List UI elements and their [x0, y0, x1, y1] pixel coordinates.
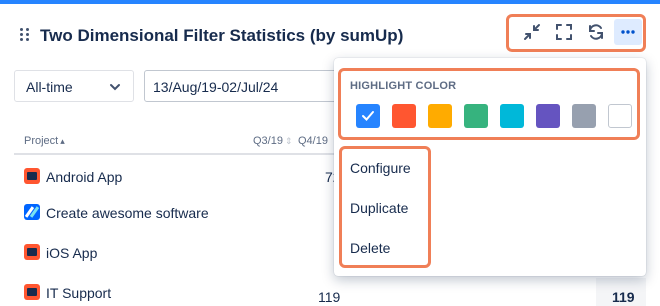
refresh-icon [589, 24, 603, 40]
column-header-project[interactable]: Project ▴ [24, 135, 65, 147]
table-row-project[interactable]: Android App [46, 169, 122, 185]
time-range-value: All-time [26, 79, 73, 95]
project-icon [24, 204, 40, 220]
sort-up-icon: ▴ [60, 136, 65, 146]
menu-item-delete[interactable]: Delete [350, 240, 390, 256]
chevron-down-icon [110, 84, 120, 91]
highlight-color-heading: HIGHLIGHT COLOR [350, 80, 457, 92]
color-swatch-purple[interactable] [536, 104, 560, 128]
fullscreen-button[interactable] [550, 19, 578, 45]
gadget-title: Two Dimensional Filter Statistics (by su… [40, 26, 404, 45]
sort-icon: ⇕ [284, 136, 293, 146]
table-row-project[interactable]: Create awesome software [46, 205, 209, 221]
column-header-label: Q4/19 [298, 135, 328, 147]
table-row-project[interactable]: IT Support [46, 285, 111, 301]
menu-item-configure[interactable]: Configure [350, 160, 411, 176]
color-swatch-gray[interactable] [572, 104, 596, 128]
more-button[interactable] [614, 19, 642, 45]
menu-item-duplicate[interactable]: Duplicate [350, 200, 408, 216]
more-icon [621, 30, 635, 34]
color-swatch-blue[interactable] [356, 104, 380, 128]
minimize-icon [524, 24, 540, 40]
project-icon [24, 284, 40, 300]
column-header-label: Q3/19 [253, 135, 283, 147]
color-swatch-yellow[interactable] [428, 104, 452, 128]
date-range-input[interactable]: 13/Aug/19-02/Jul/24 [144, 70, 344, 102]
table-cell-q4: 119 [318, 289, 341, 305]
color-swatch-teal[interactable] [500, 104, 524, 128]
color-swatch-white[interactable] [608, 104, 632, 128]
column-header-q3[interactable]: Q3/19 ⇕ [253, 135, 293, 147]
project-icon [24, 168, 40, 184]
drag-handle-icon[interactable] [20, 28, 30, 41]
column-header-label: Project [24, 135, 59, 147]
color-swatch-green[interactable] [464, 104, 488, 128]
fullscreen-icon [556, 24, 572, 40]
table-row-project[interactable]: iOS App [46, 245, 97, 261]
refresh-button[interactable] [582, 19, 610, 45]
column-header-q4[interactable]: Q4/19 [298, 135, 328, 147]
check-icon [362, 111, 374, 121]
table-cell-total: 119 [612, 289, 635, 305]
color-swatch-red[interactable] [392, 104, 416, 128]
time-range-select[interactable]: All-time [14, 70, 134, 102]
date-range-value: 13/Aug/19-02/Jul/24 [153, 79, 279, 95]
minimize-button[interactable] [518, 19, 546, 45]
project-icon [24, 244, 40, 260]
